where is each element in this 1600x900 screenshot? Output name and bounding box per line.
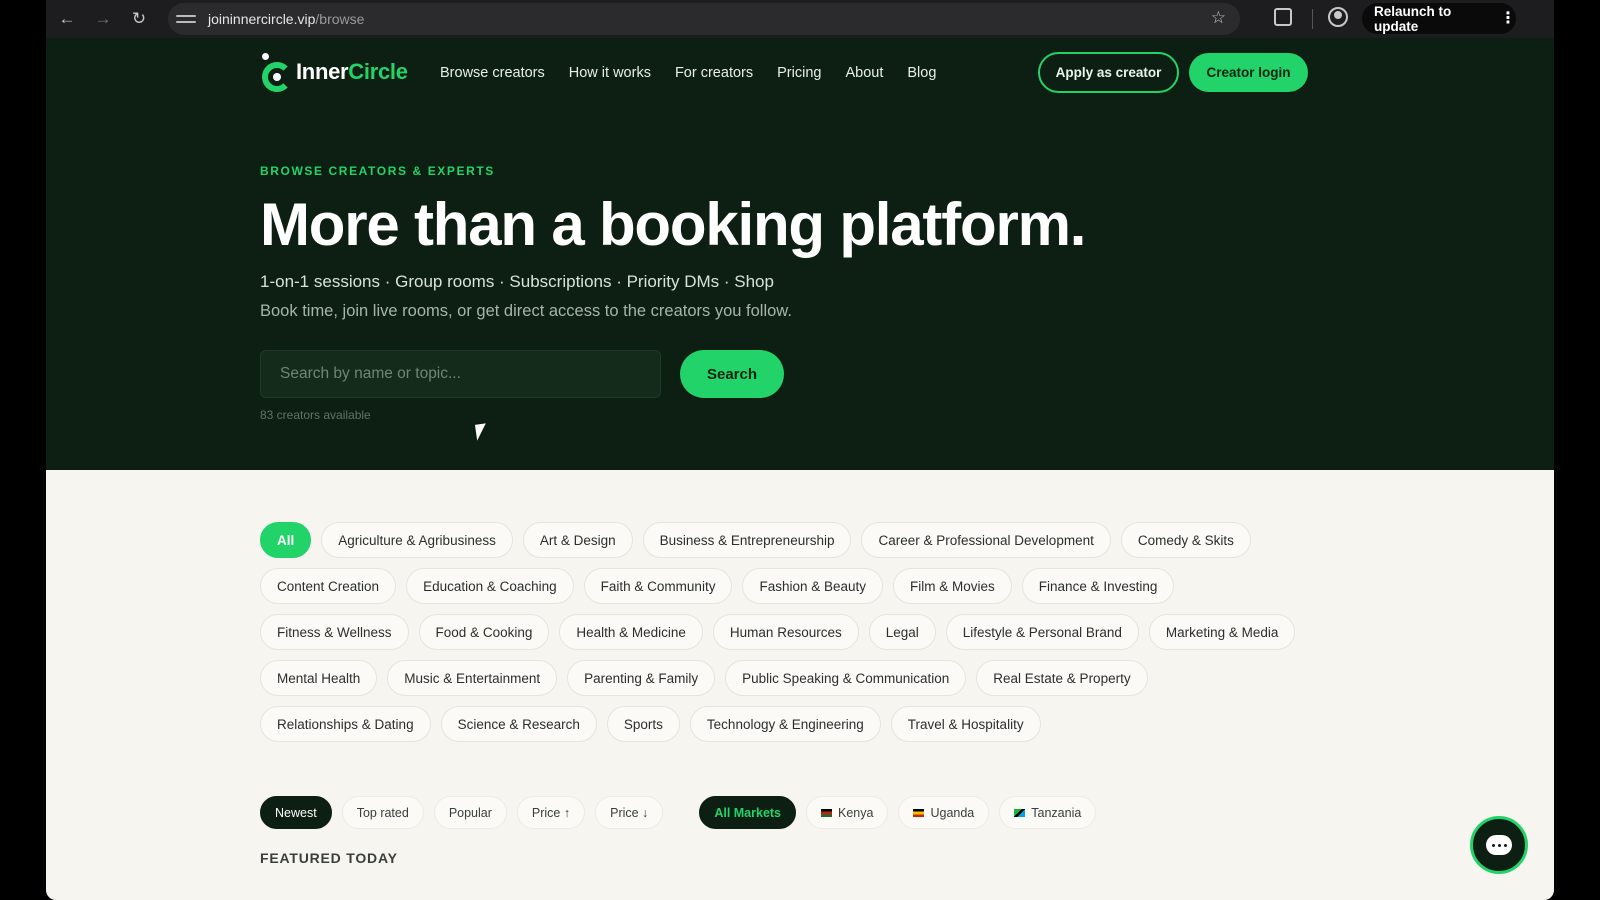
sort-option[interactable]: Top rated — [341, 796, 424, 829]
category-chip[interactable]: Career & Professional Development — [861, 522, 1111, 558]
site-settings-icon[interactable] — [176, 9, 196, 29]
sort-option[interactable]: Price ↓ — [595, 796, 664, 829]
url-text[interactable]: joininnercircle.vip/browse — [208, 11, 364, 27]
category-chip[interactable]: Parenting & Family — [567, 660, 716, 696]
category-chip[interactable]: Sports — [606, 706, 680, 742]
search-input[interactable] — [260, 350, 661, 398]
category-chip[interactable]: Human Resources — [712, 614, 859, 650]
category-row: All Agriculture & Agribusiness Art & Desig… — [260, 522, 1251, 558]
category-row: Mental Health Music & Entertainment Parent… — [260, 660, 1148, 696]
mouse-cursor-icon — [474, 423, 489, 441]
category-chip[interactable]: Real Estate & Property — [976, 660, 1148, 696]
flag-tz-icon — [1014, 808, 1026, 817]
category-chip[interactable]: Comedy & Skits — [1120, 522, 1251, 558]
nav-link-blog[interactable]: Blog — [907, 65, 936, 81]
category-chip[interactable]: Business & Entrepreneurship — [642, 522, 852, 558]
category-row: Fitness & Wellness Food & Cooking Health &… — [260, 614, 1296, 650]
category-row: Content Creation Education & Coaching Fait… — [260, 568, 1175, 604]
creator-login-button[interactable]: Creator login — [1189, 53, 1308, 92]
relaunch-button[interactable]: Relaunch to update ⋮ — [1362, 3, 1516, 34]
market-option[interactable]: Kenya — [806, 796, 889, 829]
market-label: Kenya — [838, 805, 874, 820]
category-chip[interactable]: Art & Design — [522, 522, 633, 558]
forward-icon[interactable]: → — [88, 4, 118, 34]
market-label: Uganda — [930, 805, 975, 820]
category-chip[interactable]: Education & Coaching — [406, 568, 574, 604]
category-chip[interactable]: Mental Health — [260, 660, 378, 696]
category-chip[interactable]: Fashion & Beauty — [742, 568, 884, 604]
nav-link-browse-creators[interactable]: Browse creators — [440, 65, 545, 81]
nav-link-for-creators[interactable]: For creators — [675, 65, 753, 81]
category-chip[interactable]: Travel & Hospitality — [890, 706, 1041, 742]
logo-mark-icon — [260, 52, 294, 92]
back-icon[interactable]: ← — [52, 4, 82, 34]
sort-option[interactable]: Newest — [260, 796, 332, 829]
category-chip[interactable]: Faith & Community — [583, 568, 733, 604]
creator-count: 83 creators available — [260, 408, 371, 422]
main-nav: Browse creators How it works For creators P… — [440, 65, 936, 81]
nav-link-pricing[interactable]: Pricing — [777, 65, 821, 81]
category-row: Relationships & Dating Science & Research… — [260, 706, 1041, 742]
category-chip[interactable]: Food & Cooking — [418, 614, 550, 650]
browser-toolbar: ← → ↻ joininnercircle.vip/browse ☆ Relau… — [46, 0, 1554, 38]
featured-heading: FEATURED TODAY — [260, 850, 398, 866]
hero-eyebrow: BROWSE CREATORS & EXPERTS — [260, 164, 495, 178]
category-chip[interactable]: Relationships & Dating — [260, 706, 431, 742]
market-all-button[interactable]: All Markets — [699, 796, 797, 829]
kebab-menu-icon[interactable]: ⋮ — [1500, 10, 1516, 27]
category-chip[interactable]: Fitness & Wellness — [260, 614, 409, 650]
bookmark-star-icon[interactable]: ☆ — [1211, 8, 1226, 28]
category-chip[interactable]: Public Speaking & Communication — [725, 660, 967, 696]
flag-ke-icon — [821, 808, 833, 817]
category-chip[interactable]: Legal — [868, 614, 936, 650]
sort-option[interactable]: Popular — [433, 796, 507, 829]
hero-subtitle: Book time, join live rooms, or get direc… — [260, 302, 792, 320]
category-chip[interactable]: Lifestyle & Personal Brand — [945, 614, 1139, 650]
browser-window: ← → ↻ joininnercircle.vip/browse ☆ Relau… — [46, 0, 1554, 900]
nav-link-about[interactable]: About — [845, 65, 883, 81]
category-chip[interactable]: Science & Research — [440, 706, 597, 742]
category-chip[interactable]: All — [260, 522, 312, 558]
reload-icon[interactable]: ↻ — [124, 4, 154, 34]
market-option[interactable]: Tanzania — [999, 796, 1097, 829]
toolbar-divider — [1312, 9, 1313, 29]
address-bar[interactable]: joininnercircle.vip/browse ☆ — [168, 3, 1240, 35]
chat-button[interactable] — [1470, 816, 1528, 874]
chat-bubble-icon — [1486, 835, 1512, 855]
flag-ug-icon — [913, 808, 925, 817]
category-chip[interactable]: Film & Movies — [893, 568, 1012, 604]
category-chip[interactable]: Music & Entertainment — [387, 660, 558, 696]
sort-and-market-filters: Newest Top rated Popular Price ↑ Price ↓ All … — [260, 796, 1097, 829]
extensions-icon[interactable] — [1274, 8, 1292, 26]
sort-option[interactable]: Price ↑ — [516, 796, 586, 829]
nav-link-how-it-works[interactable]: How it works — [569, 65, 651, 81]
browse-content: All Agriculture & Agribusiness Art & Desig… — [46, 470, 1554, 900]
logo[interactable]: InnerCircle — [260, 52, 408, 92]
category-chip[interactable]: Agriculture & Agribusiness — [321, 522, 513, 558]
site-header: InnerCircle Browse creators How it works F… — [46, 38, 1554, 110]
logo-text: InnerCircle — [296, 59, 408, 84]
market-label: Tanzania — [1031, 805, 1082, 820]
profile-icon[interactable] — [1328, 7, 1348, 27]
category-chip[interactable]: Marketing & Media — [1148, 614, 1296, 650]
hero-section: BROWSE CREATORS & EXPERTS More than a bo… — [46, 110, 1554, 470]
category-chip[interactable]: Health & Medicine — [559, 614, 703, 650]
relaunch-label: Relaunch to update — [1374, 3, 1452, 34]
apply-as-creator-button[interactable]: Apply as creator — [1038, 52, 1179, 93]
category-chip[interactable]: Content Creation — [260, 568, 397, 604]
page-title: More than a booking platform. — [260, 191, 1086, 258]
market-option[interactable]: Uganda — [898, 796, 990, 829]
search-button[interactable]: Search — [680, 350, 784, 398]
category-chip[interactable]: Technology & Engineering — [689, 706, 881, 742]
hero-features: 1-on-1 sessions · Group rooms · Subscrip… — [260, 272, 774, 291]
category-chip[interactable]: Finance & Investing — [1021, 568, 1175, 604]
